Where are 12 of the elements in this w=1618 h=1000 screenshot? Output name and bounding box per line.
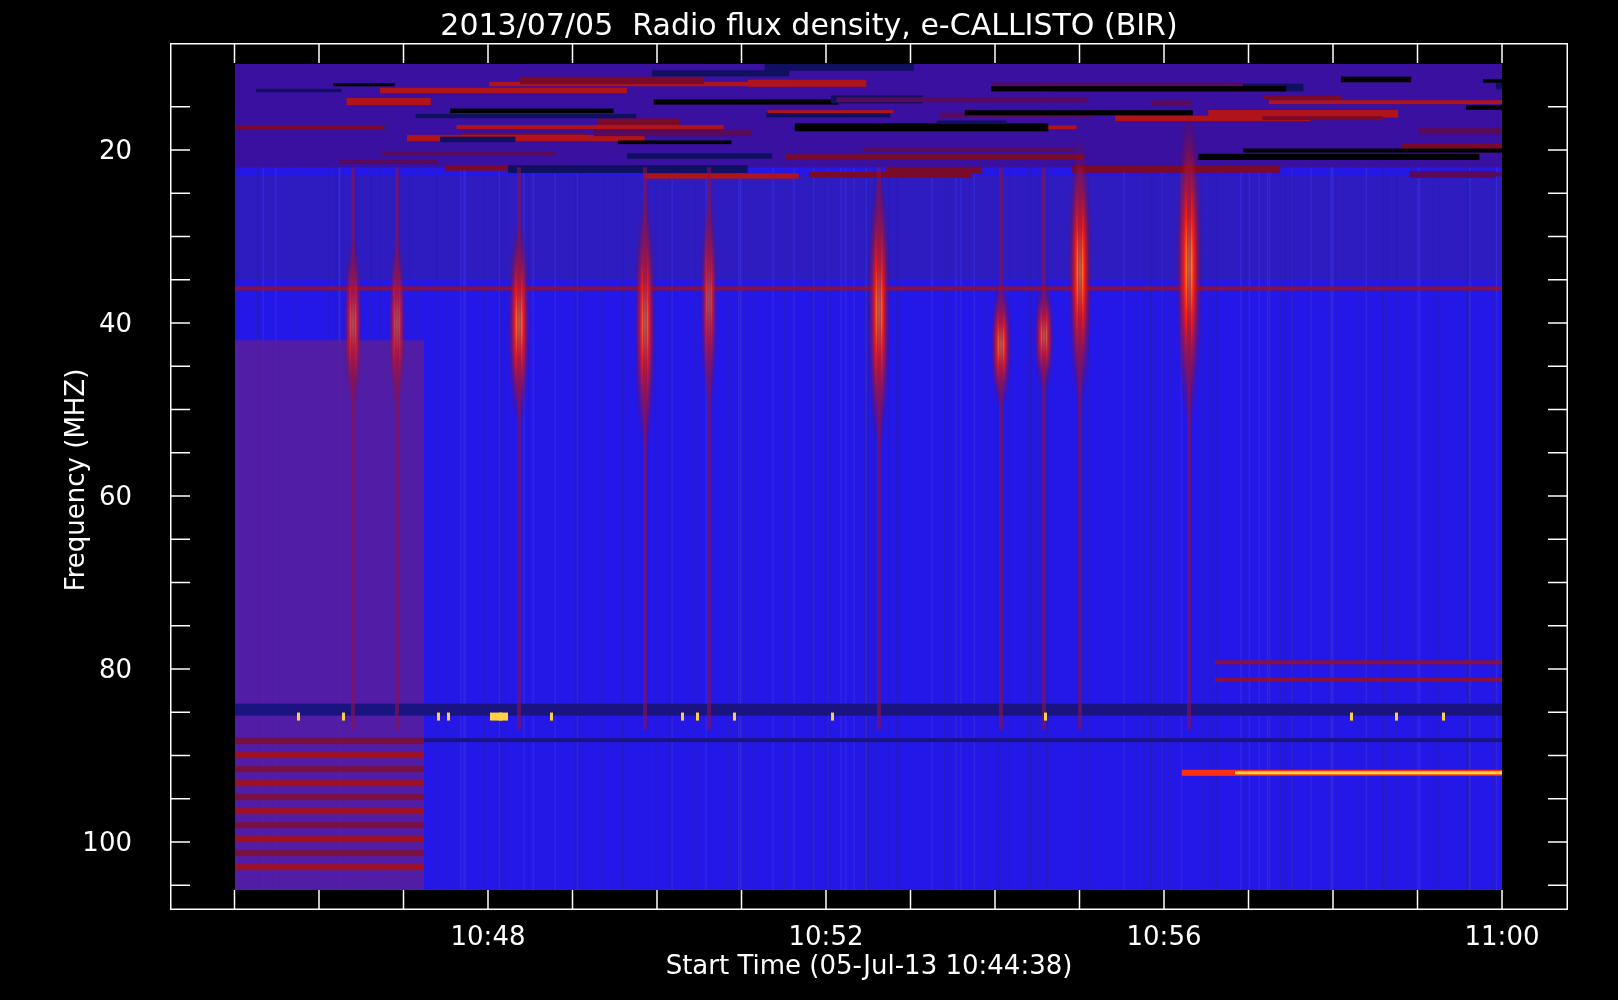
y-tick-label: 20 [98, 137, 132, 163]
y-axis-label: Frequency (MHZ) [62, 368, 88, 592]
y-tick-label: 80 [98, 656, 132, 682]
x-tick-label: 10:52 [787, 923, 865, 949]
x-tick-label: 10:56 [1125, 923, 1203, 949]
y-tick-label: 40 [98, 310, 132, 336]
x-tick-label: 10:48 [449, 923, 527, 949]
plot-title: 2013/07/05 Radio flux density, e-CALLISTO (BIR) [439, 6, 1179, 44]
y-tick-label: 100 [82, 829, 132, 855]
y-tick-label: 60 [98, 483, 132, 509]
x-axis-label: Start Time (05-Jul-13 10:44:38) [664, 952, 1074, 978]
x-tick-label: 11:00 [1463, 923, 1541, 949]
